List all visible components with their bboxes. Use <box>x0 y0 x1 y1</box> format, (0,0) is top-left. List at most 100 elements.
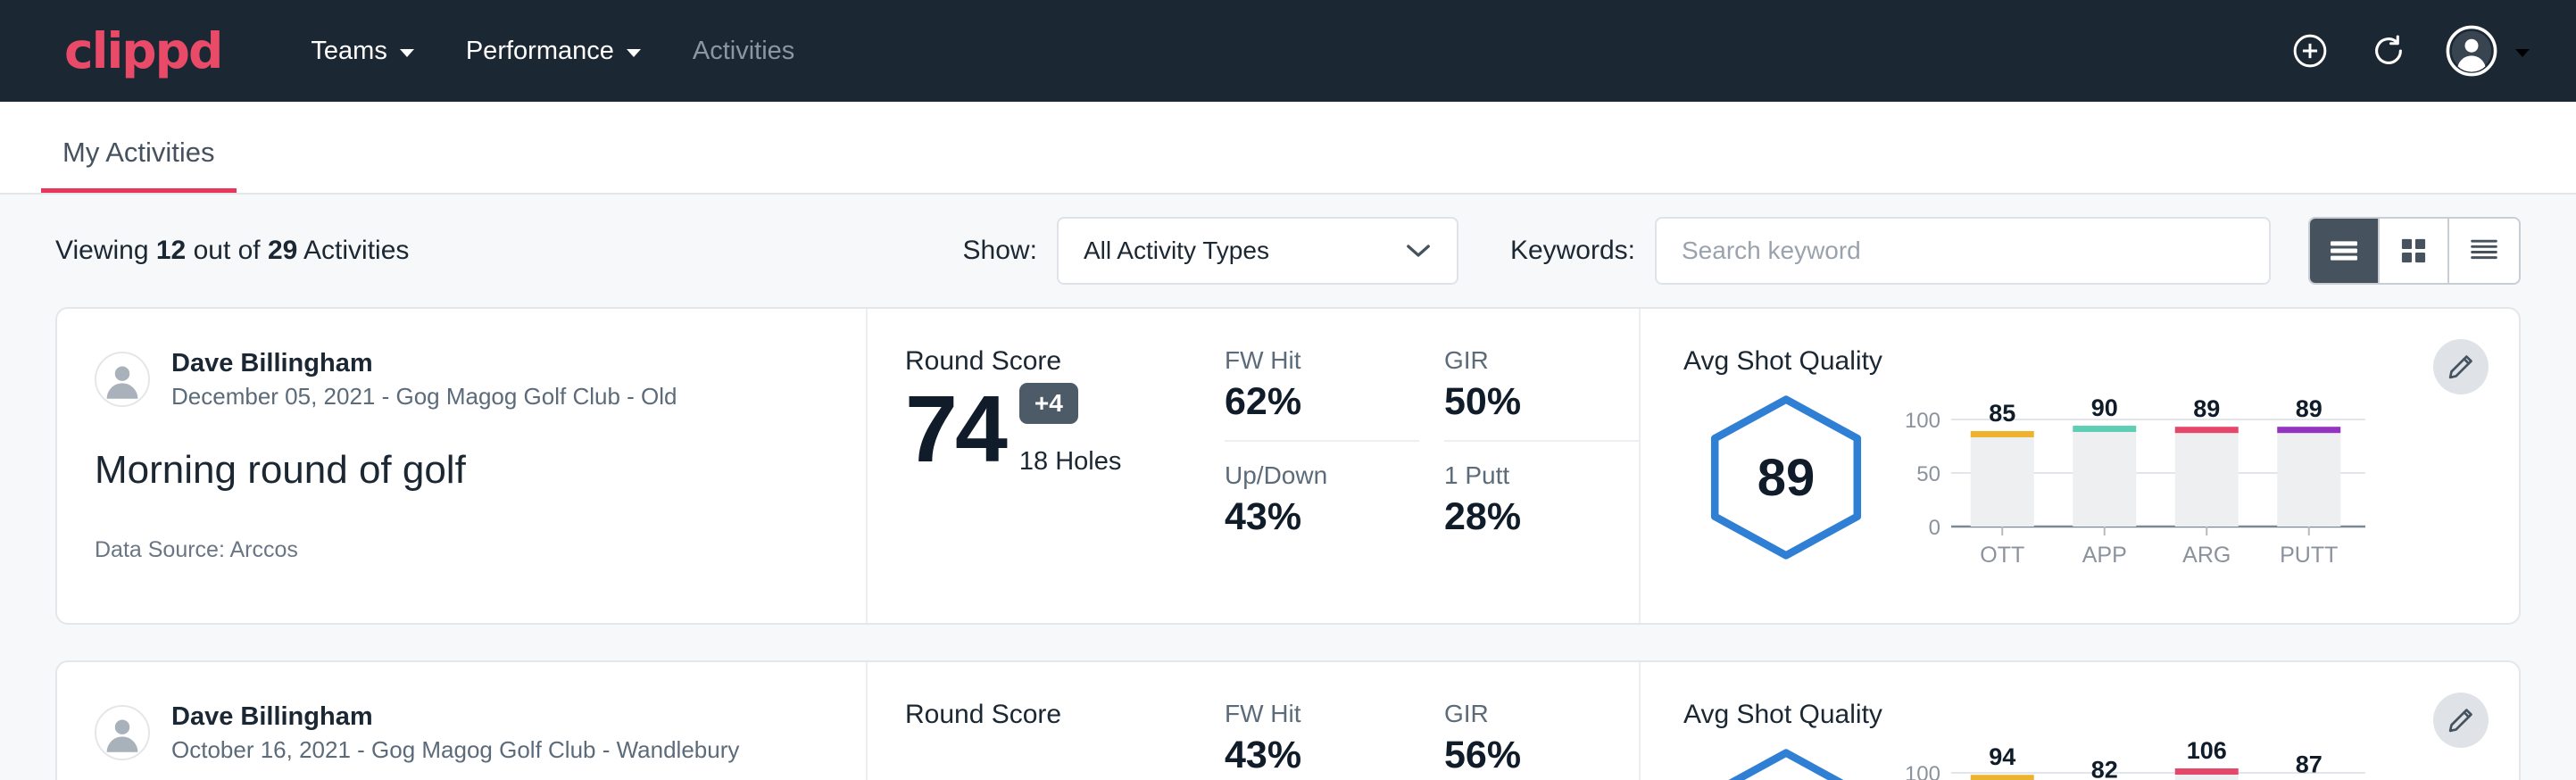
add-circle-icon[interactable] <box>2289 29 2331 72</box>
activity-title: Morning round of golf <box>95 448 823 493</box>
activity-card[interactable]: Dave Billingham December 05, 2021 - Gog … <box>55 307 2521 625</box>
activity-author: Dave Billingham December 05, 2021 - Gog … <box>95 346 823 412</box>
svg-text:PUTT: PUTT <box>2280 543 2338 568</box>
edit-activity-button[interactable] <box>2433 339 2489 394</box>
nav-item-performance-label: Performance <box>466 37 614 66</box>
svg-text:0: 0 <box>1929 516 1940 540</box>
svg-text:87: 87 <box>2296 751 2323 778</box>
main-content: Viewing 12 out of 29 Activities Show: Al… <box>0 195 2576 780</box>
activity-card[interactable]: Dave Billingham October 16, 2021 - Gog M… <box>55 660 2521 780</box>
author-name: Dave Billingham <box>171 346 677 381</box>
nav-item-activities[interactable]: Activities <box>693 37 794 66</box>
avatar <box>95 352 150 407</box>
view-grid-button[interactable] <box>2380 219 2449 283</box>
stat-gir: GIR 56% <box>1444 700 1639 780</box>
refresh-icon[interactable] <box>2367 29 2410 72</box>
score-to-par-badge: +4 <box>1019 383 1078 424</box>
activity-author: Dave Billingham October 16, 2021 - Gog M… <box>95 700 823 766</box>
activity-meta: December 05, 2021 - Gog Magog Golf Club … <box>171 381 677 412</box>
pencil-icon <box>2446 705 2476 735</box>
view-mode-toggle <box>2308 217 2521 285</box>
round-score-value-group: 74 +4 18 Holes <box>905 382 1225 477</box>
stat-up-down-value: 43% <box>1225 495 1387 539</box>
round-stats-column: FW Hit 43% GIR 56% Up/Down 1 Putt <box>1225 662 1641 780</box>
activity-info-column: Dave Billingham October 16, 2021 - Gog M… <box>57 662 868 780</box>
svg-text:100: 100 <box>1905 409 1940 433</box>
stat-gir-label: GIR <box>1444 700 1607 728</box>
activity-info-column: Dave Billingham December 05, 2021 - Gog … <box>57 309 868 623</box>
hexagon-icon <box>1699 746 1874 780</box>
grid-view-icon <box>2397 236 2430 266</box>
activity-type-value: All Activity Types <box>1084 236 1269 265</box>
round-score-label: Round Score <box>905 346 1225 377</box>
viewing-total: 29 <box>268 236 297 265</box>
stat-fw-hit-value: 43% <box>1225 734 1387 777</box>
svg-text:ARG: ARG <box>2182 543 2231 568</box>
svg-text:89: 89 <box>2193 395 2220 422</box>
stat-one-putt-value: 28% <box>1444 495 1607 539</box>
search-input[interactable]: Search keyword <box>1655 217 2271 285</box>
viewing-prefix: Viewing <box>55 236 156 265</box>
svg-text:100: 100 <box>1905 762 1940 780</box>
shot-quality-hexagon: 89 <box>1683 393 1889 562</box>
shot-quality-value: 89 <box>1699 393 1874 562</box>
chevron-down-icon <box>627 49 641 57</box>
round-stats-column: FW Hit 62% GIR 50% Up/Down 43% 1 Putt 28… <box>1225 309 1641 623</box>
nav-item-activities-label: Activities <box>693 37 794 66</box>
avatar <box>2446 25 2497 77</box>
shot-quality-bar-chart: 05010085OTT90APP89ARG89PUTT <box>1889 393 2519 562</box>
nav-item-teams-label: Teams <box>311 37 386 66</box>
account-avatar[interactable] <box>2446 25 2530 77</box>
tab-my-activities[interactable]: My Activities <box>41 137 237 193</box>
stat-up-down: Up/Down 43% <box>1225 442 1419 539</box>
activity-card-list: Dave Billingham December 05, 2021 - Gog … <box>55 307 2521 780</box>
viewing-suffix: Activities <box>297 236 409 265</box>
chevron-down-icon <box>2515 49 2530 57</box>
show-label: Show: <box>963 236 1037 266</box>
svg-text:85: 85 <box>1989 400 2015 427</box>
stat-gir: GIR 50% <box>1444 346 1639 442</box>
stat-one-putt-label: 1 Putt <box>1444 461 1607 490</box>
svg-text:106: 106 <box>2187 737 2227 764</box>
round-score-column: Round Score <box>868 662 1225 780</box>
activity-data-source: Data Source: Arccos <box>95 537 823 563</box>
stat-gir-value: 56% <box>1444 734 1607 777</box>
holes-played: 18 Holes <box>1019 447 1121 477</box>
stat-gir-value: 50% <box>1444 380 1607 424</box>
svg-text:90: 90 <box>2091 394 2118 421</box>
nav-actions <box>2289 25 2530 77</box>
activities-toolbar: Viewing 12 out of 29 Activities Show: Al… <box>55 195 2521 307</box>
compact-view-icon <box>2467 236 2501 265</box>
top-navigation-bar: clippd Teams Performance Activities <box>0 0 2576 102</box>
stat-fw-hit-label: FW Hit <box>1225 346 1387 375</box>
activity-meta: October 16, 2021 - Gog Magog Golf Club -… <box>171 734 739 766</box>
shot-quality-column: Avg Shot Quality 89 05010085OTT90APP89AR… <box>1641 309 2519 623</box>
round-score-column: Round Score 74 +4 18 Holes <box>868 309 1225 623</box>
shot-quality-label: Avg Shot Quality <box>1683 700 2519 730</box>
app-logo[interactable]: clippd <box>64 27 221 76</box>
round-score-value-group <box>905 735 1225 776</box>
stat-up-down-label: Up/Down <box>1225 461 1387 490</box>
nav-item-teams[interactable]: Teams <box>311 37 413 66</box>
author-name: Dave Billingham <box>171 700 739 734</box>
list-view-icon <box>2327 237 2361 264</box>
pencil-icon <box>2446 352 2476 382</box>
stat-fw-hit-value: 62% <box>1225 380 1387 424</box>
edit-activity-button[interactable] <box>2433 693 2489 748</box>
stat-fw-hit: FW Hit 62% <box>1225 346 1419 442</box>
view-list-button[interactable] <box>2310 219 2380 283</box>
svg-text:APP: APP <box>2082 543 2127 568</box>
view-compact-button[interactable] <box>2449 219 2519 283</box>
activity-type-select[interactable]: All Activity Types <box>1057 217 1458 285</box>
chevron-down-icon <box>400 49 414 57</box>
nav-item-performance[interactable]: Performance <box>466 37 641 66</box>
svg-text:50: 50 <box>1916 462 1940 486</box>
stat-one-putt: 1 Putt 28% <box>1444 442 1639 539</box>
svg-text:89: 89 <box>2296 395 2323 422</box>
keywords-label: Keywords: <box>1510 236 1635 266</box>
main-nav-links: Teams Performance Activities <box>311 37 794 66</box>
chevron-down-icon <box>1405 236 1432 265</box>
shot-quality-bar-chart: 05010094OTT82APP106ARG87PUTT <box>1889 746 2519 780</box>
toolbar-controls: Show: All Activity Types Keywords: Searc… <box>963 217 2521 285</box>
svg-text:82: 82 <box>2091 757 2118 780</box>
